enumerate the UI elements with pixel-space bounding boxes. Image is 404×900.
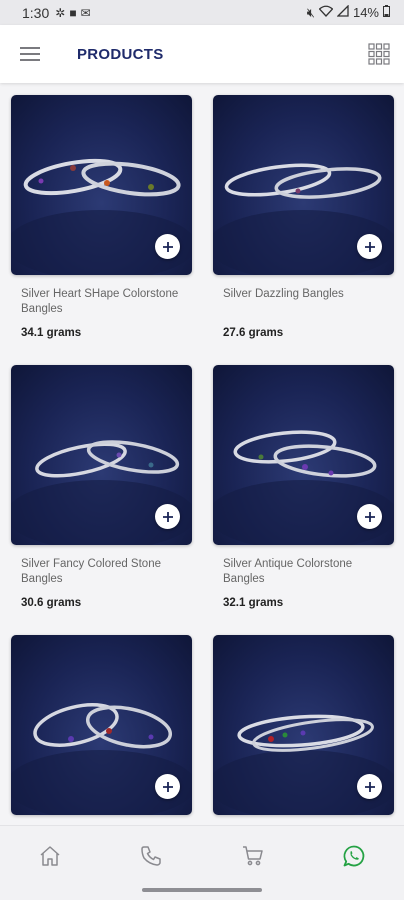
product-weight: 32.1 grams xyxy=(223,597,284,609)
page-title: PRODUCTS xyxy=(77,45,164,63)
video-notification-icon: ■ xyxy=(69,5,77,20)
notification-icons: ✲ ■ ✉ xyxy=(55,6,90,20)
bottom-nav xyxy=(0,825,404,900)
product-grid: Silver Heart SHape Colorstone Bangles 34… xyxy=(11,95,395,825)
add-to-cart-button[interactable] xyxy=(357,504,382,529)
signal-icon xyxy=(336,4,349,20)
mute-icon: 🔇︎ xyxy=(306,4,315,20)
product-list[interactable]: Silver Heart SHape Colorstone Bangles 34… xyxy=(0,83,404,825)
home-icon xyxy=(40,846,60,866)
plus-icon xyxy=(162,241,173,252)
battery-icon xyxy=(383,5,390,20)
product-card[interactable] xyxy=(11,635,192,825)
product-name[interactable]: Silver Heart SHape Colorstone Bangles xyxy=(21,287,182,317)
status-right: 🔇︎ 14% xyxy=(306,4,390,21)
add-to-cart-button[interactable] xyxy=(155,774,180,799)
product-weight: 34.1 grams xyxy=(21,327,82,339)
product-card[interactable]: Silver Antique Colorstone Bangles 32.1 g… xyxy=(213,365,394,635)
add-to-cart-button[interactable] xyxy=(155,234,180,259)
product-name[interactable]: Silver Fancy Colored Stone Bangles xyxy=(21,557,182,587)
product-image[interactable] xyxy=(213,95,394,275)
nav-home[interactable] xyxy=(36,842,64,870)
product-image[interactable] xyxy=(11,365,192,545)
hamburger-menu-icon[interactable] xyxy=(0,25,60,83)
battery-percent: 14% xyxy=(352,5,379,20)
status-time: 1:30 xyxy=(22,4,50,21)
product-card[interactable]: Silver Heart SHape Colorstone Bangles 34… xyxy=(11,95,192,365)
product-card[interactable]: Silver Dazzling Bangles 27.6 grams xyxy=(213,95,394,365)
app-header: PRODUCTS xyxy=(0,25,404,83)
product-name[interactable]: Silver Antique Colorstone Bangles xyxy=(223,557,384,587)
product-card[interactable] xyxy=(213,635,394,825)
nav-whatsapp[interactable] xyxy=(340,842,368,870)
product-image[interactable] xyxy=(11,95,192,275)
product-weight: 30.6 grams xyxy=(21,597,82,609)
plus-icon xyxy=(364,511,375,522)
product-name[interactable]: Silver Dazzling Bangles xyxy=(223,287,384,317)
add-to-cart-button[interactable] xyxy=(155,504,180,529)
product-image[interactable] xyxy=(11,635,192,815)
grid-view-icon[interactable] xyxy=(368,43,390,65)
product-weight: 27.6 grams xyxy=(223,327,284,339)
nav-cart[interactable] xyxy=(239,842,267,870)
product-card[interactable]: Silver Fancy Colored Stone Bangles 30.6 … xyxy=(11,365,192,635)
nav-call[interactable] xyxy=(137,842,165,870)
status-bar: 1:30 ✲ ■ ✉ 🔇︎ 14% xyxy=(0,0,404,25)
settings-notification-icon: ✲ xyxy=(55,5,66,20)
product-image[interactable] xyxy=(213,635,394,815)
add-to-cart-button[interactable] xyxy=(357,774,382,799)
plus-icon xyxy=(364,241,375,252)
product-image[interactable] xyxy=(213,365,394,545)
cart-icon xyxy=(243,846,263,866)
plus-icon xyxy=(162,511,173,522)
home-indicator[interactable] xyxy=(142,888,262,892)
plus-icon xyxy=(162,781,173,792)
phone-icon xyxy=(141,846,161,866)
whatsapp-icon xyxy=(343,845,365,867)
plus-icon xyxy=(364,781,375,792)
wifi-icon xyxy=(318,5,334,20)
add-to-cart-button[interactable] xyxy=(357,234,382,259)
mail-notification-icon: ✉ xyxy=(80,5,91,20)
